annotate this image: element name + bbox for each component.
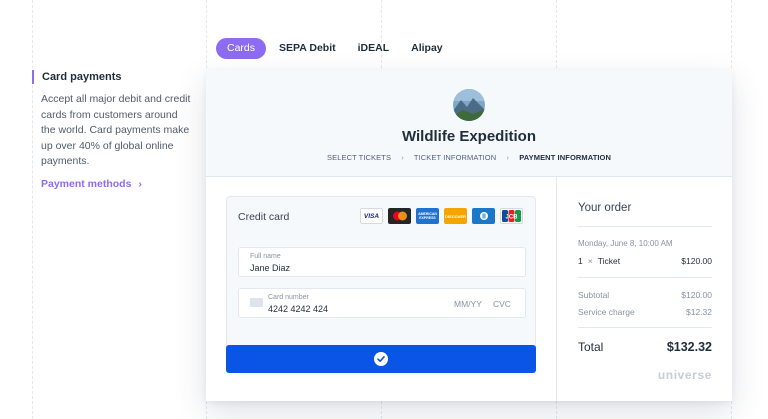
visa-icon: VISA [360,208,383,224]
order-item-row: 1 × Ticket $120.00 [578,256,712,266]
universe-logo: universe [657,368,712,382]
pay-button[interactable] [226,345,536,373]
breadcrumb: SELECT TICKETS › TICKET INFORMATION › PA… [206,153,732,162]
total-label: Total [578,340,604,354]
card-number-value[interactable]: 4242 4242 424 [268,304,328,314]
event-avatar [453,89,485,121]
discover-icon: DISCOVER [444,208,467,224]
event-title: Wildlife Expedition [401,128,537,145]
credit-card-label: Credit card [238,211,290,223]
item-name: Ticket [597,256,621,266]
payment-methods-link[interactable]: Payment methods › [32,178,192,190]
tab-sepa-debit[interactable]: SEPA Debit [270,38,345,59]
chevron-right-icon: › [138,177,142,190]
sidebar: Card payments Accept all major debit and… [32,70,192,190]
tab-alipay[interactable]: Alipay [402,38,452,59]
checkout-header: Wildlife Expedition SELECT TICKETS › TIC… [206,70,732,177]
checkout-panel: Wildlife Expedition SELECT TICKETS › TIC… [206,70,732,401]
sidebar-description: Accept all major debit and credit cards … [41,93,191,167]
payment-methods-link-label: Payment methods [41,177,132,190]
service-charge-value: $12.32 [686,307,712,317]
total-row: Total $132.32 [578,340,712,354]
guide-line [32,0,33,419]
credit-card-icon [250,298,263,307]
divider [578,277,712,278]
breadcrumb-ticket-information[interactable]: TICKET INFORMATION [414,153,496,162]
subtotal-row: Subtotal $120.00 [578,290,712,300]
subtotal-value: $120.00 [681,290,712,300]
order-summary: Your order Monday, June 8, 10:00 AM 1 × Ti… [556,177,732,401]
card-number-field[interactable]: Card number 4242 4242 424 MM/YY CVC [238,288,526,318]
full-name-field[interactable]: Full name Jane Diaz [238,247,526,277]
expiry-input[interactable]: MM/YY [454,299,482,309]
total-value: $132.32 [666,340,712,354]
full-name-value[interactable]: Jane Diaz [250,263,290,273]
svg-text:JCB: JCB [505,215,518,221]
tab-ideal[interactable]: iDEAL [349,38,399,59]
divider [578,226,712,227]
amex-icon: AMERICAN EXPRESS [416,208,439,224]
order-item: 1 × Ticket [578,256,620,266]
breadcrumb-select-tickets[interactable]: SELECT TICKETS [327,153,391,162]
service-charge-label: Service charge [578,307,635,317]
card-number-label: Card number [268,294,309,301]
checkmark-icon [374,352,388,366]
full-name-label: Full name [250,253,281,260]
order-date: Monday, June 8, 10:00 AM [578,239,673,248]
breadcrumb-payment-information: PAYMENT INFORMATION [519,153,612,162]
jcb-icon: JCB [500,208,523,224]
chevron-right-icon: › [506,153,510,162]
item-price: $120.00 [681,256,712,266]
sidebar-title: Card payments [32,70,192,84]
order-title: Your order [578,202,632,214]
diners-club-icon [472,208,495,224]
credit-card-form: Credit card VISA AMERICAN EXPRESS DISCOV… [226,196,536,356]
times-icon: × [587,256,593,266]
mastercard-icon [388,208,411,224]
card-brands: VISA AMERICAN EXPRESS DISCOVER JCB [360,208,523,224]
divider [578,327,712,328]
chevron-right-icon: › [401,153,404,162]
payment-tabs: Cards SEPA Debit iDEAL Alipay [216,38,452,59]
service-charge-row: Service charge $12.32 [578,307,712,317]
subtotal-label: Subtotal [578,290,610,300]
item-qty: 1 [578,256,583,266]
cvc-input[interactable]: CVC [493,299,511,309]
tab-cards[interactable]: Cards [216,38,267,59]
